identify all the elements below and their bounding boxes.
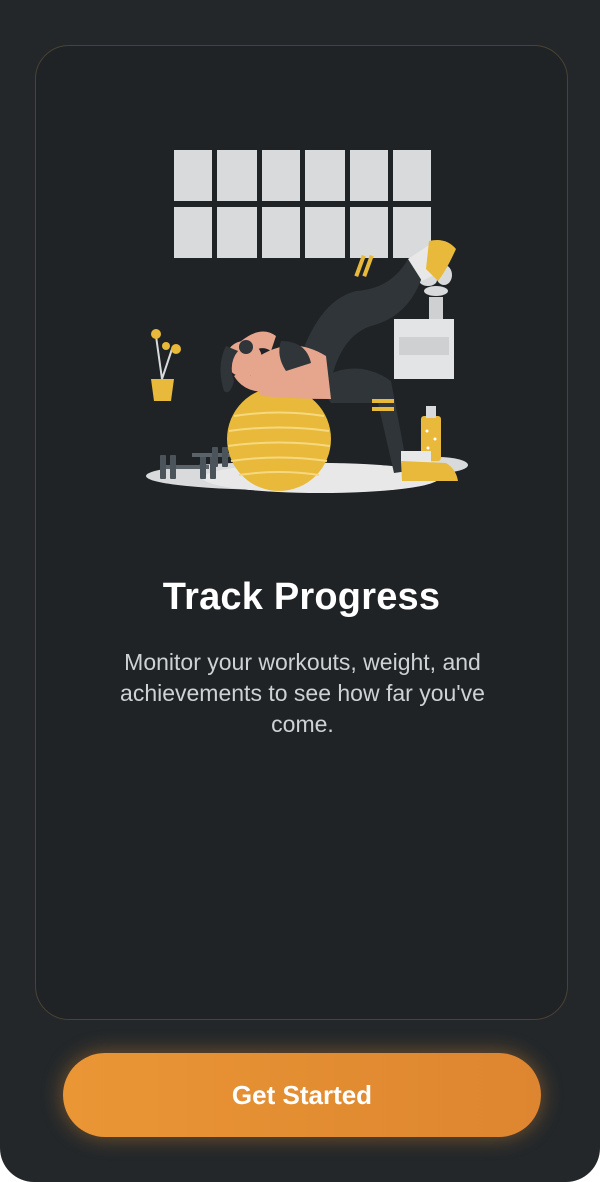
onboarding-title: Track Progress: [162, 576, 441, 618]
onboarding-screen: Track Progress Monitor your workouts, we…: [0, 0, 600, 1182]
exercise-ball-illustration: [146, 141, 526, 521]
onboarding-card: Track Progress Monitor your workouts, we…: [35, 45, 568, 1020]
onboarding-description: Monitor your workouts, weight, and achie…: [120, 649, 485, 737]
get-started-button[interactable]: Get Started: [63, 1053, 541, 1137]
